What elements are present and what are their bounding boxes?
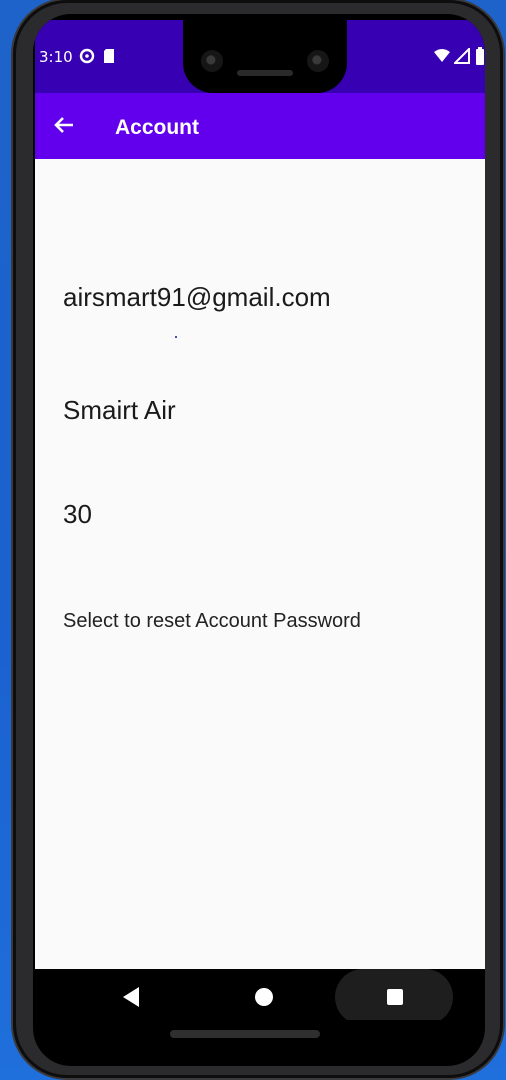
page-title: Account: [115, 116, 199, 139]
app-bar: Account: [35, 93, 485, 159]
account-name: Smairt Air: [63, 395, 176, 425]
account-content: airsmart91@gmail.com Smairt Air 30 Selec…: [35, 159, 485, 969]
recents-square-icon[interactable]: [387, 989, 403, 1005]
data-saver-icon: [79, 48, 95, 68]
home-circle-icon[interactable]: [255, 988, 273, 1006]
arrow-back-icon[interactable]: [53, 111, 79, 139]
front-camera-left: [201, 50, 223, 72]
status-time: 3:10: [39, 48, 73, 66]
text-cursor-dot: [175, 336, 177, 338]
phone-frame: 3:10 Account airsmart91@gmail.com Smairt…: [13, 0, 503, 1078]
account-email: airsmart91@gmail.com: [63, 282, 331, 312]
navigation-bar: [35, 969, 485, 1020]
account-age: 30: [63, 499, 92, 529]
battery-icon: [475, 47, 485, 69]
sd-card-icon: [103, 48, 115, 68]
phone-screen: 3:10 Account airsmart91@gmail.com Smairt…: [35, 20, 485, 1020]
phone-bezel: 3:10 Account airsmart91@gmail.com Smairt…: [33, 14, 485, 1066]
bottom-speaker-slot: [170, 1030, 320, 1038]
earpiece-speaker: [237, 70, 293, 76]
wifi-icon: [433, 48, 451, 68]
signal-icon: [452, 46, 470, 68]
status-bar: 3:10: [35, 20, 485, 93]
reset-password-link[interactable]: Select to reset Account Password: [63, 610, 361, 633]
back-triangle-icon[interactable]: [123, 987, 139, 1007]
front-camera-right: [307, 50, 329, 72]
camera-notch: [183, 20, 347, 93]
